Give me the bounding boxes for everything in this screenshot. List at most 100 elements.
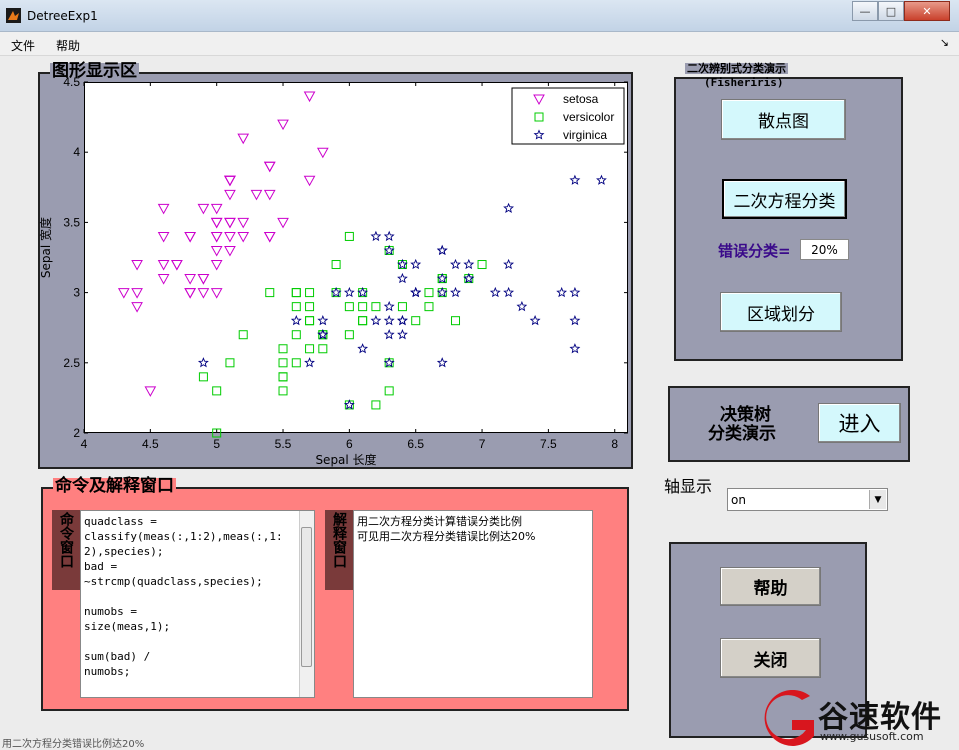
virginica-point <box>397 272 408 284</box>
versicolor-point <box>198 372 208 382</box>
setosa-point <box>224 175 236 187</box>
setosa-point <box>210 231 223 243</box>
legend-label-versicolor: versicolor <box>563 110 614 124</box>
scatter-button[interactable]: 散点图 <box>721 99 846 140</box>
setosa-point <box>263 161 276 173</box>
setosa-point <box>184 231 196 243</box>
error-rate-value: 20% <box>800 239 849 260</box>
setosa-point <box>224 217 236 229</box>
versicolor-point <box>358 316 368 326</box>
x-tick-label: 6 <box>346 437 353 451</box>
quadratic-classify-button[interactable]: 二次方程分类 <box>722 179 847 219</box>
explain-textbox[interactable]: 用二次方程分类计算错误分类比例 可见用二次方程分类错误比例达20% <box>353 510 593 698</box>
versicolor-point <box>318 344 328 354</box>
setosa-point <box>131 302 143 313</box>
enter-button[interactable]: 进入 <box>818 403 901 443</box>
setosa-point <box>224 245 236 257</box>
chevron-down-icon[interactable]: ▼ <box>869 490 886 509</box>
versicolor-point <box>411 316 421 326</box>
virginica-point <box>569 343 581 354</box>
virginica-point <box>397 258 408 270</box>
x-tick-label: 4 <box>81 437 88 451</box>
fisher-panel-subtitle: (Fisheriris) <box>704 76 784 89</box>
versicolor-point <box>278 344 288 354</box>
setosa-point <box>184 231 196 243</box>
virginica-point <box>370 315 382 326</box>
setosa-point <box>157 203 170 215</box>
help-button[interactable]: 帮助 <box>720 567 821 606</box>
virginica-point <box>317 314 329 326</box>
versicolor-point <box>305 344 315 354</box>
setosa-point <box>237 133 250 145</box>
scrollbar-thumb[interactable] <box>301 527 312 667</box>
region-button[interactable]: 区域划分 <box>720 292 842 332</box>
virginica-point <box>383 314 395 326</box>
setosa-point <box>184 274 196 285</box>
setosa-point <box>157 231 170 243</box>
versicolor-point <box>238 330 248 340</box>
x-tick-label: 6.5 <box>407 437 424 451</box>
setosa-point <box>224 231 236 243</box>
virginica-point <box>383 230 395 242</box>
versicolor-point <box>291 330 301 340</box>
status-text: 用二次方程分类错误比例达20% <box>2 739 145 750</box>
x-tick-label: 7.5 <box>540 437 557 451</box>
setosa-point <box>210 217 223 229</box>
command-textbox[interactable]: quadclass = classify(meas(:,1:2),meas(:,… <box>80 510 315 698</box>
command-scrollbar[interactable] <box>299 511 314 697</box>
versicolor-point <box>291 288 301 298</box>
virginica-point <box>304 357 315 368</box>
versicolor-point <box>225 358 235 368</box>
virginica-point <box>343 399 355 410</box>
setosa-point <box>157 274 170 285</box>
error-rate-label: 错误分类= <box>718 242 791 260</box>
virginica-point <box>529 315 541 326</box>
virginica-point <box>503 286 515 298</box>
setosa-point <box>197 288 210 299</box>
x-tick-label: 5.5 <box>275 437 292 451</box>
versicolor-point <box>291 302 301 312</box>
versicolor-point <box>331 260 341 270</box>
setosa-point <box>171 260 183 271</box>
versicolor-point <box>424 288 434 298</box>
y-tick-label: 2.5 <box>63 356 80 370</box>
setosa-point <box>277 217 289 229</box>
virginica-point <box>370 230 382 242</box>
x-tick-label: 8 <box>611 437 618 451</box>
setosa-point <box>197 203 210 215</box>
setosa-point <box>263 189 276 201</box>
setosa-point <box>131 288 143 299</box>
versicolor-point <box>384 386 394 396</box>
virginica-point <box>436 244 448 256</box>
setosa-point <box>210 203 223 215</box>
setosa-point <box>250 189 263 201</box>
x-tick-label: 7 <box>479 437 486 451</box>
setosa-point <box>303 91 316 103</box>
setosa-point <box>157 260 170 271</box>
x-axis-label: Sepal 长度 <box>315 452 376 467</box>
versicolor-point <box>344 302 354 312</box>
setosa-point <box>224 175 236 187</box>
virginica-point <box>463 272 475 284</box>
explain-window-label: 解释窗口 <box>325 510 353 590</box>
setosa-point <box>210 231 223 243</box>
versicolor-point <box>291 288 301 298</box>
virginica-point <box>596 174 607 185</box>
setosa-point <box>144 386 157 397</box>
setosa-point <box>277 119 289 131</box>
setosa-point <box>224 175 236 187</box>
versicolor-point <box>305 316 315 326</box>
setosa-point <box>210 288 223 299</box>
versicolor-point <box>358 302 368 312</box>
versicolor-point <box>371 302 381 312</box>
axis-display-select[interactable]: on ▼ <box>727 488 888 511</box>
virginica-point <box>436 272 448 284</box>
tree-label-line2: 分类演示 <box>708 424 776 444</box>
virginica-point <box>383 244 395 256</box>
versicolor-point <box>358 316 368 326</box>
setosa-point <box>184 288 196 299</box>
y-tick-label: 2 <box>73 426 80 440</box>
close-button[interactable]: 关闭 <box>720 638 821 678</box>
versicolor-point <box>305 288 315 298</box>
setosa-point <box>171 260 183 271</box>
